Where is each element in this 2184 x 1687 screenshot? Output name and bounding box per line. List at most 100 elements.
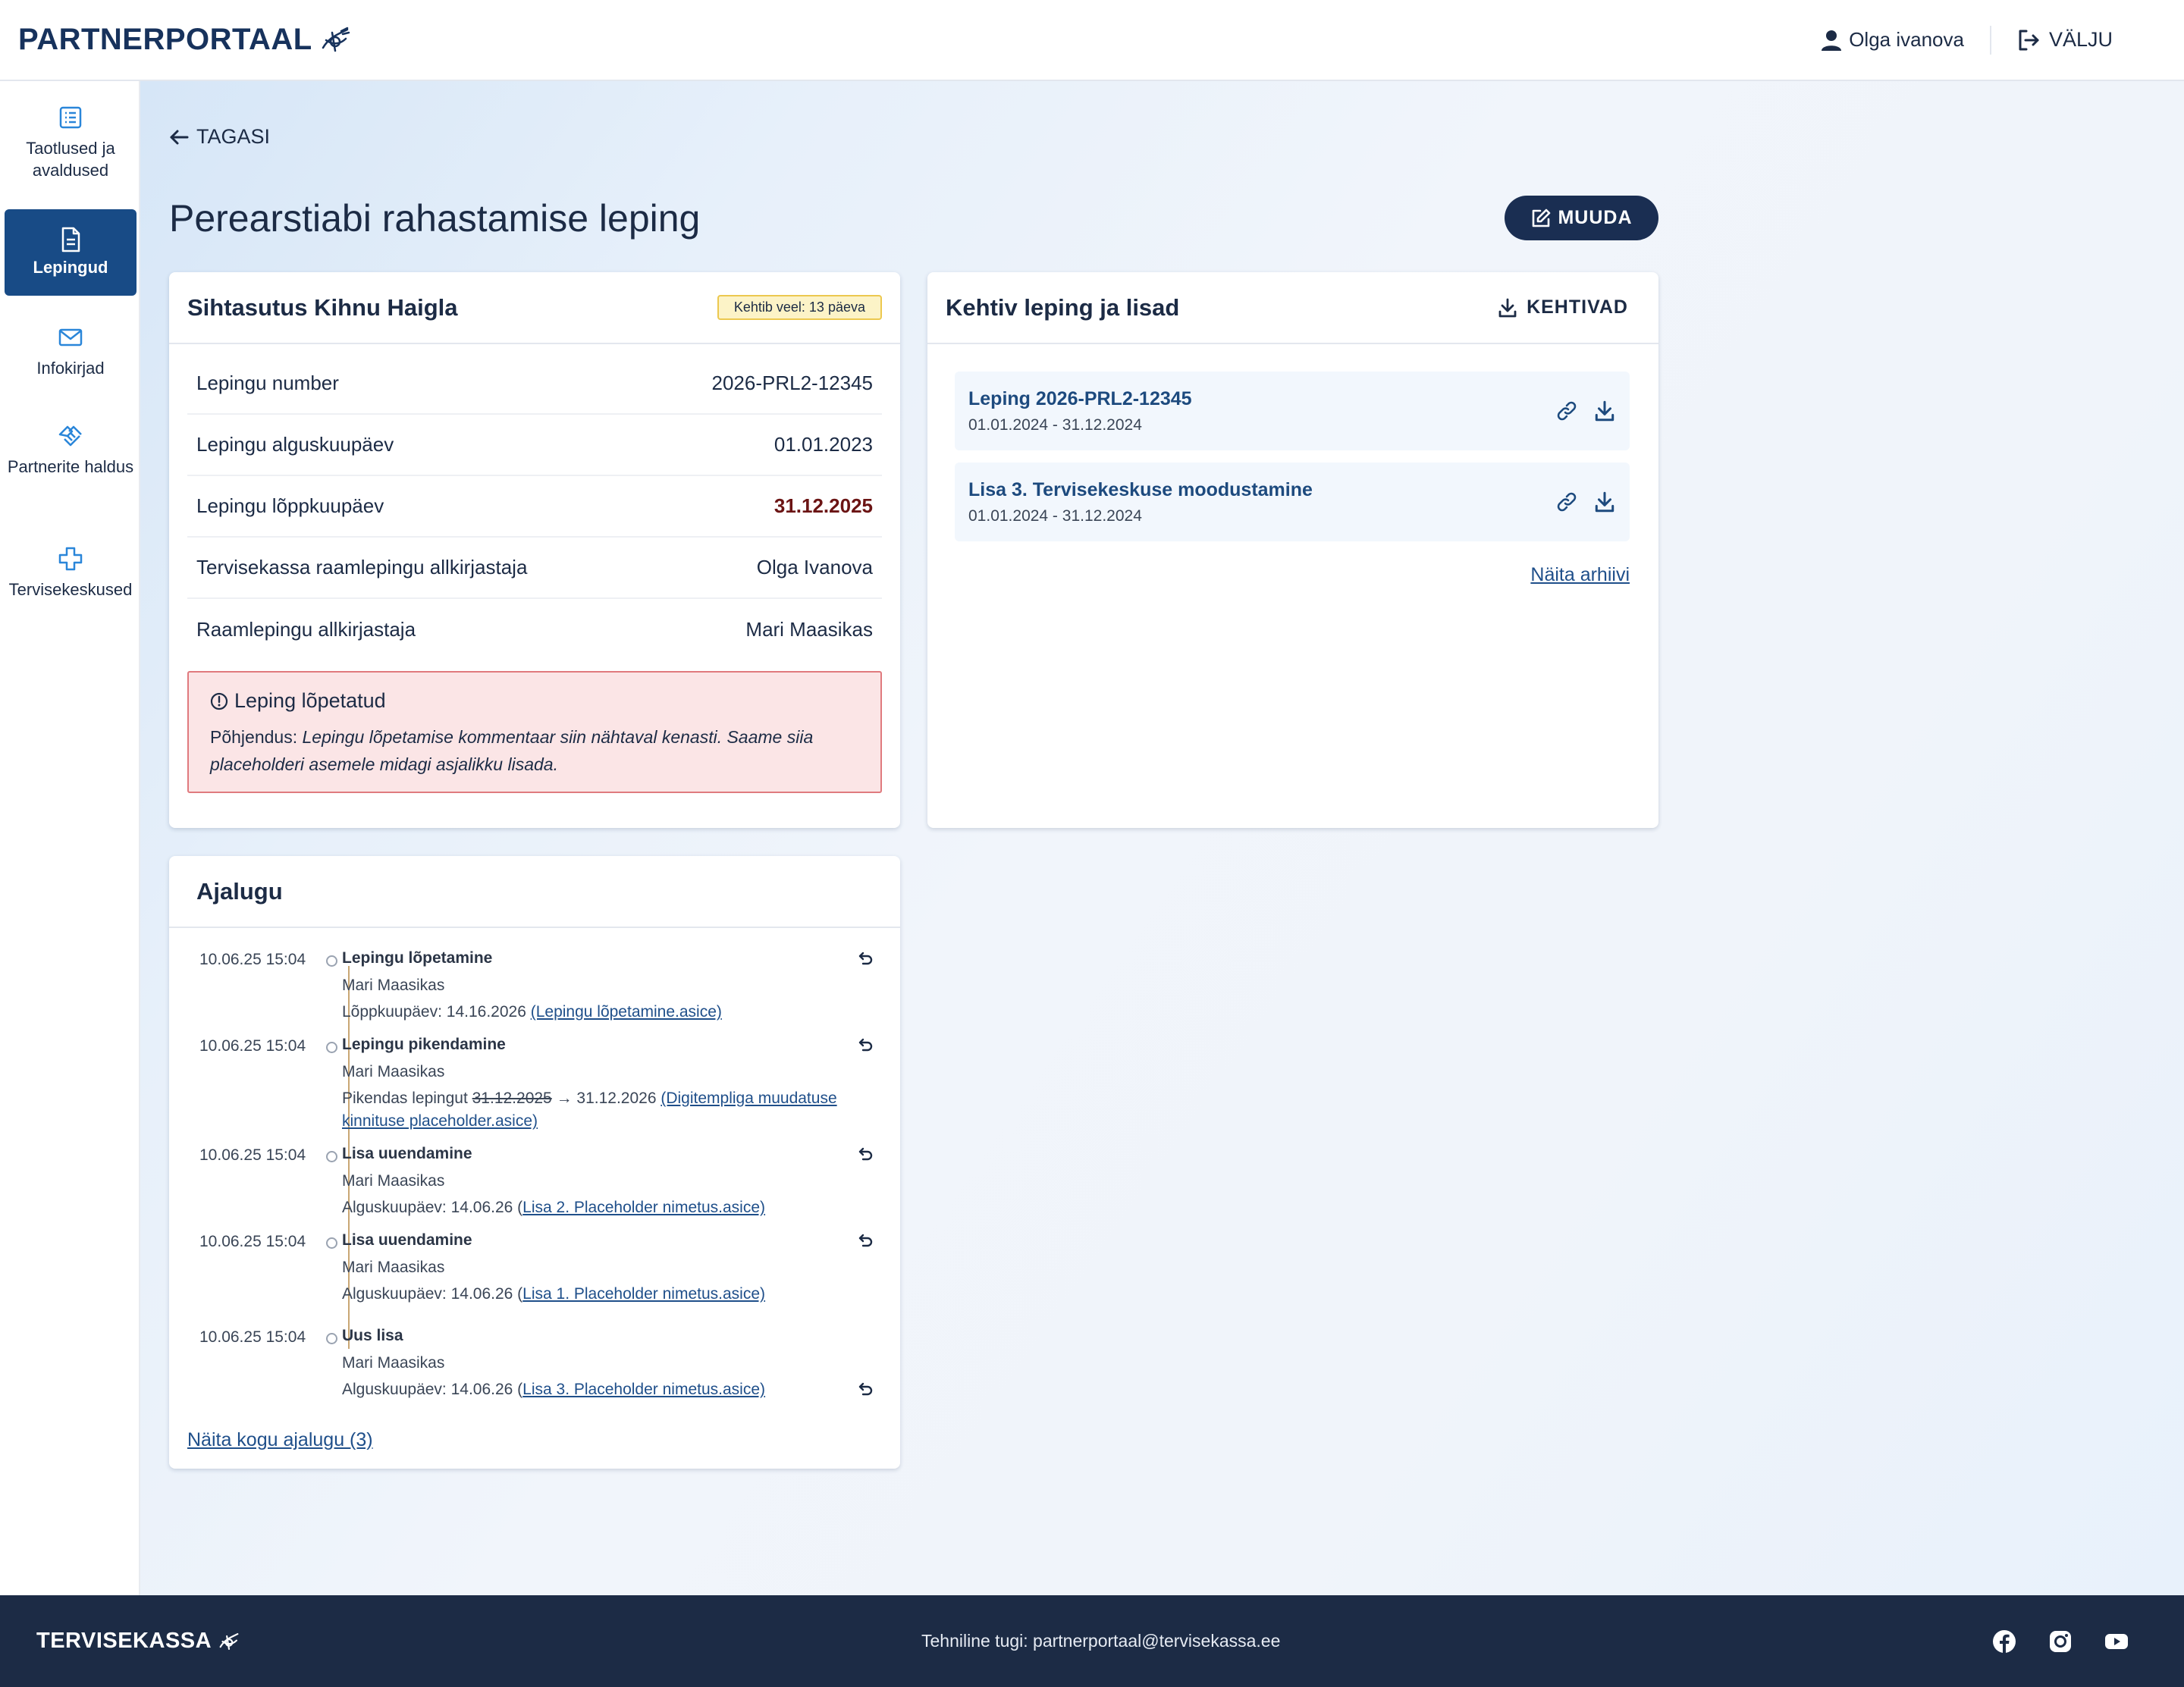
- instagram-icon[interactable]: [2048, 1629, 2073, 1654]
- document-actions: [1555, 491, 1616, 513]
- entry-time: 10.06.25 15:04: [199, 1328, 306, 1346]
- entry-detail: Alguskuupäev: 14.06.26 (Lisa 3. Placehol…: [342, 1378, 850, 1401]
- document-item[interactable]: Leping 2026-PRL2-12345 01.01.2024 - 31.1…: [955, 372, 1630, 450]
- handshake-icon: [58, 425, 82, 447]
- footer-logo-text: TERVISEKASSA: [36, 1629, 212, 1653]
- history-entry: 10.06.25 15:04 Lepingu lõpetamine Mari M…: [187, 949, 882, 1036]
- sidebar-item-label: Tervisekeskused: [8, 580, 133, 599]
- social-links: [1991, 1629, 2148, 1654]
- show-full-history-link[interactable]: Näita kogu ajalugu (3): [187, 1429, 373, 1451]
- entry-title: Lisa uuendamine: [342, 1145, 472, 1162]
- document-actions: [1555, 400, 1616, 422]
- detail-row-end-date: Lepingu lõppkuupäev 31.12.2025: [187, 476, 882, 538]
- entry-user: Mari Maasikas: [342, 1259, 445, 1276]
- entry-detail: Alguskuupäev: 14.06.26 (Lisa 2. Placehol…: [342, 1196, 850, 1219]
- alert-body: Põhjendus: Lepingu lõpetamise kommentaar…: [210, 723, 859, 778]
- document-icon: [61, 227, 80, 252]
- alert-title-text: Leping lõpetatud: [234, 689, 386, 712]
- entry-time: 10.06.25 15:04: [199, 1146, 306, 1164]
- entry-old-date: 31.12.2025: [472, 1090, 552, 1107]
- current-card-title: Kehtiv leping ja lisad: [946, 293, 1180, 321]
- history-entry: 10.06.25 15:04 Uus lisa Mari Maasikas Al…: [187, 1327, 882, 1410]
- contract-details: Lepingu number 2026-PRL2-12345 Lepingu a…: [169, 344, 900, 660]
- portal-logo[interactable]: PARTNERPORTAAL: [18, 22, 353, 58]
- download-icon[interactable]: [1593, 491, 1616, 513]
- timeline-dot: [326, 1237, 337, 1249]
- logout-label: VÄLJU: [2048, 28, 2113, 51]
- sidebar-item-partners[interactable]: Partnerite haldus: [5, 422, 136, 478]
- footer-logo-mark-icon: [219, 1632, 239, 1650]
- entry-file-link[interactable]: Lisa 3. Placeholder nimetus.asice): [522, 1381, 765, 1398]
- top-header: PARTNERPORTAAL Olga ivanova VÄLJU: [0, 0, 2184, 81]
- entry-file-link[interactable]: Lisa 2. Placeholder nimetus.asice): [522, 1199, 765, 1216]
- show-archive-link[interactable]: Näita arhiivi: [1530, 564, 1630, 586]
- entry-detail: Pikendas lepingut 31.12.2025 → 31.12.202…: [342, 1087, 850, 1133]
- history-entry: 10.06.25 15:04 Lisa uuendamine Mari Maas…: [187, 1145, 882, 1231]
- timeline-dot: [326, 1151, 337, 1162]
- entry-file-link[interactable]: Lisa 1. Placeholder nimetus.asice): [522, 1285, 765, 1303]
- detail-value-end-date: 31.12.2025: [774, 494, 873, 517]
- back-button[interactable]: TAGASI: [169, 125, 270, 149]
- sidebar-item-newsletters[interactable]: Infokirjad: [5, 324, 136, 379]
- footer-logo: TERVISEKASSA: [36, 1629, 242, 1654]
- sidebar-item-label: Lepingud: [33, 258, 108, 277]
- detail-value: 01.01.2023: [774, 433, 873, 456]
- arrow-left-icon: [170, 130, 189, 144]
- user-menu[interactable]: Olga ivanova: [1822, 28, 1990, 52]
- entry-user: Mari Maasikas: [342, 977, 445, 994]
- edit-button[interactable]: MUUDA: [1505, 196, 1658, 240]
- contract-info-card: Sihtasutus Kihnu Haigla Kehtib veel: 13 …: [169, 272, 900, 828]
- entry-detail-text: Alguskuupäev: 14.06.26 (: [342, 1381, 523, 1398]
- entry-user: Mari Maasikas: [342, 1063, 445, 1080]
- edit-label: MUUDA: [1558, 207, 1633, 228]
- sidebar-item-health-centers[interactable]: Tervisekeskused: [5, 545, 136, 600]
- document-list: Leping 2026-PRL2-12345 01.01.2024 - 31.1…: [927, 344, 1658, 541]
- detail-row-framework-signer: Raamlepingu allkirjastaja Mari Maasikas: [187, 599, 882, 660]
- detail-row-contract-number: Lepingu number 2026-PRL2-12345: [187, 353, 882, 415]
- undo-icon[interactable]: [856, 949, 874, 967]
- logout-button[interactable]: VÄLJU: [1991, 28, 2166, 52]
- card-header: Sihtasutus Kihnu Haigla Kehtib veel: 13 …: [169, 272, 900, 344]
- entry-user: Mari Maasikas: [342, 1354, 445, 1372]
- youtube-icon[interactable]: [2104, 1629, 2129, 1654]
- entry-file-link[interactable]: (Lepingu lõpetamine.asice): [531, 1003, 722, 1021]
- download-current-button[interactable]: KEHTIVAD: [1498, 296, 1640, 318]
- alert-title: Leping lõpetatud: [210, 689, 859, 713]
- edit-icon: [1533, 209, 1551, 227]
- sidebar-item-contracts[interactable]: Lepingud: [5, 209, 136, 296]
- entry-detail-text: Pikendas lepingut: [342, 1090, 472, 1107]
- history-entry: 10.06.25 15:04 Lisa uuendamine Mari Maas…: [187, 1231, 882, 1327]
- detail-label: Lepingu alguskuupäev: [196, 433, 394, 456]
- undo-icon[interactable]: [856, 1380, 874, 1398]
- document-item[interactable]: Lisa 3. Tervisekeskuse moodustamine 01.0…: [955, 463, 1630, 541]
- download-icon[interactable]: [1593, 400, 1616, 422]
- page-title: Perearstiabi rahastamise leping: [169, 197, 701, 240]
- sidebar-nav: Taotlused ja avaldused Lepingud Infokirj…: [0, 81, 140, 1595]
- link-icon[interactable]: [1555, 491, 1578, 513]
- download-icon: [1498, 298, 1517, 317]
- document-name[interactable]: Leping 2026-PRL2-12345: [968, 388, 1192, 410]
- detail-label: Lepingu lõppkuupäev: [196, 494, 384, 517]
- document-dates: 01.01.2024 - 31.12.2024: [968, 506, 1142, 525]
- document-name[interactable]: Lisa 3. Tervisekeskuse moodustamine: [968, 479, 1313, 501]
- undo-icon[interactable]: [856, 1036, 874, 1054]
- timeline-dot: [326, 955, 337, 967]
- alert-reason-text: Lepingu lõpetamise kommentaar siin nähta…: [210, 727, 814, 774]
- logo-text: PARTNERPORTAAL: [18, 23, 312, 56]
- link-icon[interactable]: [1555, 400, 1578, 422]
- alert-circle-icon: [210, 692, 228, 710]
- entry-detail: Alguskuupäev: 14.06.26 (Lisa 1. Placehol…: [342, 1283, 850, 1306]
- detail-label: Lepingu number: [196, 372, 339, 394]
- main-content: TAGASI Perearstiabi rahastamise leping M…: [140, 81, 2184, 1595]
- undo-icon[interactable]: [856, 1145, 874, 1163]
- entry-title: Lepingu lõpetamine: [342, 949, 493, 967]
- timeline-dot: [326, 1333, 337, 1344]
- detail-row-tervisekassa-signer: Tervisekassa raamlepingu allkirjastaja O…: [187, 538, 882, 599]
- entry-detail-text: Lõppkuupäev: 14.16.2026: [342, 1003, 531, 1021]
- entry-detail-text: → 31.12.2026: [551, 1090, 661, 1107]
- detail-value: Mari Maasikas: [745, 618, 873, 641]
- sidebar-item-applications[interactable]: Taotlused ja avaldused: [5, 104, 136, 181]
- document-dates: 01.01.2024 - 31.12.2024: [968, 415, 1142, 434]
- facebook-icon[interactable]: [1991, 1629, 2017, 1654]
- undo-icon[interactable]: [856, 1231, 874, 1250]
